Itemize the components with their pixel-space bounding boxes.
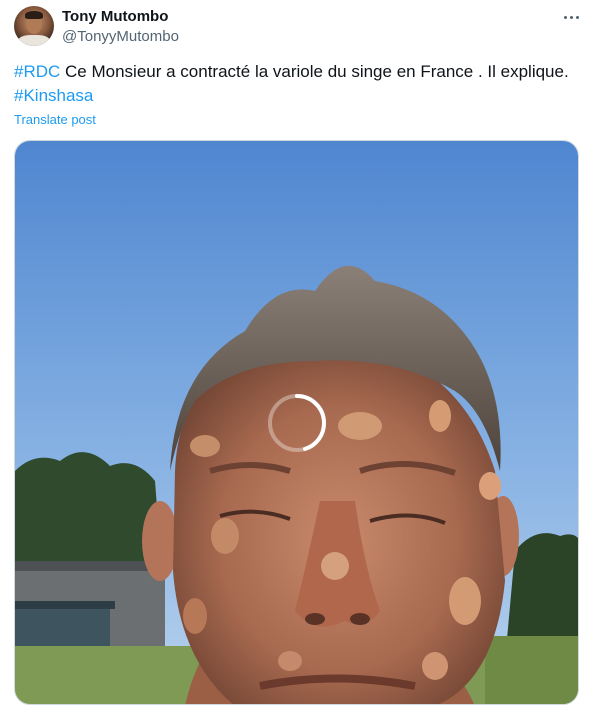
video-frame <box>15 141 578 704</box>
video-player[interactable] <box>14 140 579 705</box>
author-handle[interactable]: @TonyyMutombo <box>62 28 179 45</box>
hashtag-link-kinshasa[interactable]: #Kinshasa <box>14 86 93 105</box>
more-options-icon[interactable] <box>558 6 584 28</box>
hashtag-link-rdc[interactable]: #RDC <box>14 62 60 81</box>
tweet-body: Ce Monsieur a contracté la variole du si… <box>60 62 569 81</box>
tweet: Tony Mutombo @TonyyMutombo #RDC Ce Monsi… <box>0 0 592 713</box>
avatar[interactable] <box>14 6 54 46</box>
translate-post-link[interactable]: Translate post <box>14 112 96 127</box>
author-display-name[interactable]: Tony Mutombo <box>62 8 168 25</box>
tweet-text: #RDC Ce Monsieur a contracté la variole … <box>14 60 580 108</box>
